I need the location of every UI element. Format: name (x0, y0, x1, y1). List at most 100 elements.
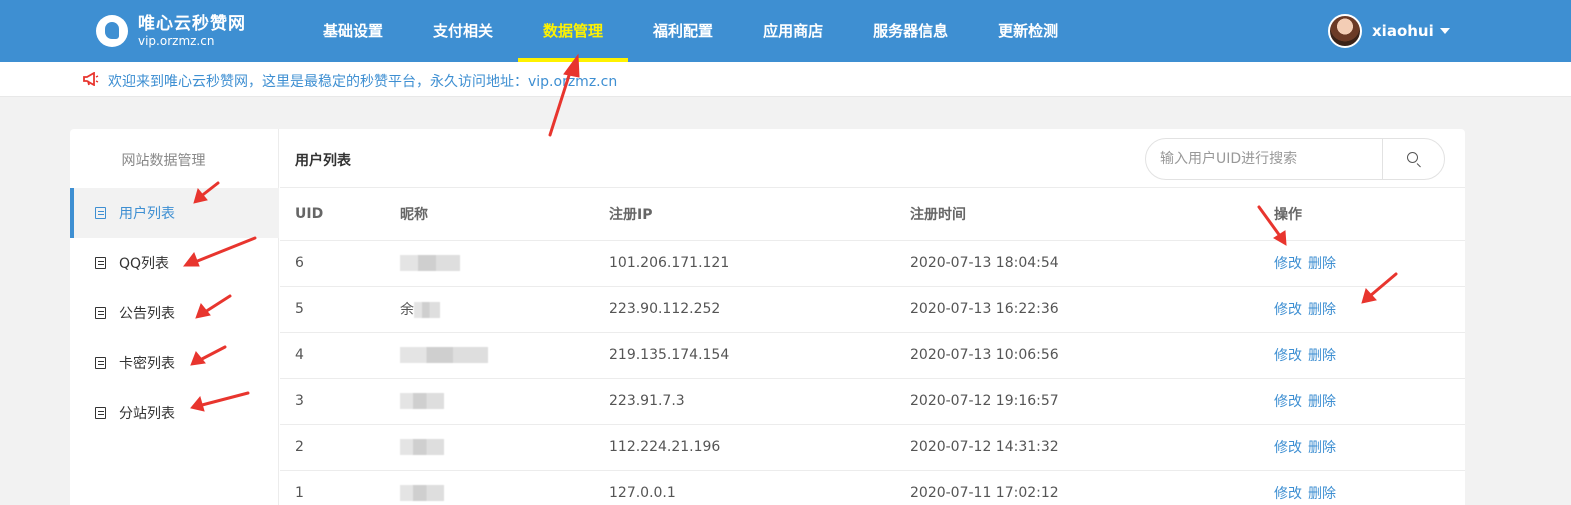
cell-time: 2020-07-13 16:22:36 (910, 286, 1274, 333)
sidebar: 网站数据管理 用户列表 QQ列表 公告列表 卡密列表 分站列表 (70, 129, 279, 505)
cell-actions: 修改 删除 (1274, 378, 1465, 425)
main-nav: 基础设置 支付相关 数据管理 福利配置 应用商店 服务器信息 更新检测 (298, 0, 1083, 62)
search-input[interactable] (1160, 149, 1380, 169)
table-row: 6 101.206.171.121 2020-07-13 18:04:54 修改… (280, 240, 1465, 287)
cell-ip: 219.135.174.154 (609, 332, 910, 379)
delete-link[interactable]: 删除 (1308, 440, 1336, 456)
table-row: 3 223.91.7.3 2020-07-12 19:16:57 修改 删除 (280, 378, 1465, 425)
edit-link[interactable]: 修改 (1274, 440, 1302, 456)
delete-link[interactable]: 删除 (1308, 486, 1336, 502)
panel-header: 用户列表 (280, 129, 1465, 188)
cell-nickname (400, 424, 609, 471)
nav-item-welfare-config[interactable]: 福利配置 (628, 0, 738, 62)
nav-item-server-info[interactable]: 服务器信息 (848, 0, 973, 62)
nav-item-data-management[interactable]: 数据管理 (518, 0, 628, 62)
sidebar-item-label: QQ列表 (119, 256, 170, 272)
cell-time: 2020-07-12 19:16:57 (910, 378, 1274, 425)
edit-link[interactable]: 修改 (1274, 256, 1302, 272)
cell-nickname (400, 332, 609, 379)
sidebar-item-notice-list[interactable]: 公告列表 (70, 288, 279, 338)
column-header-time: 注册时间 (910, 189, 1274, 241)
edit-link[interactable]: 修改 (1274, 486, 1302, 502)
user-menu[interactable]: xiaohui (1328, 14, 1450, 48)
cell-uid: 5 (280, 286, 400, 333)
megaphone-icon (83, 72, 99, 86)
cell-nickname: 余 (400, 286, 609, 333)
top-navbar: 唯心云秒赞网 vip.orzmz.cn 基础设置 支付相关 数据管理 福利配置 … (0, 0, 1571, 62)
notice-bar: 欢迎来到唯心云秒赞网，这里是最稳定的秒赞平台，永久访问地址：vip.orzmz.… (0, 62, 1571, 97)
cell-time: 2020-07-11 17:02:12 (910, 470, 1274, 505)
column-header-nickname: 昵称 (400, 189, 609, 241)
cell-ip: 223.90.112.252 (609, 286, 910, 333)
nav-item-app-store[interactable]: 应用商店 (738, 0, 848, 62)
table-row: 5 余 223.90.112.252 2020-07-13 16:22:36 修… (280, 286, 1465, 333)
username[interactable]: xiaohui (1372, 22, 1434, 40)
table-row: 4 219.135.174.154 2020-07-13 10:06:56 修改… (280, 332, 1465, 379)
cell-uid: 1 (280, 470, 400, 505)
edit-link[interactable]: 修改 (1274, 394, 1302, 410)
sidebar-item-label: 分站列表 (119, 406, 175, 422)
cell-actions: 修改 删除 (1274, 240, 1465, 287)
delete-link[interactable]: 删除 (1308, 394, 1336, 410)
logo-title: 唯心云秒赞网 (138, 14, 246, 34)
search-icon[interactable] (1382, 139, 1444, 179)
nav-item-update-check[interactable]: 更新检测 (973, 0, 1083, 62)
nav-item-basic-settings[interactable]: 基础设置 (298, 0, 408, 62)
main-panel: 用户列表 UID 昵称 注册IP 注册时间 操作 6 1 (280, 129, 1465, 505)
delete-link[interactable]: 删除 (1308, 256, 1336, 272)
redacted-nickname (400, 255, 460, 271)
cell-nickname (400, 470, 609, 505)
panel-title: 用户列表 (295, 153, 351, 169)
cell-ip: 112.224.21.196 (609, 424, 910, 471)
redacted-nickname (400, 393, 444, 409)
cell-ip: 127.0.0.1 (609, 470, 910, 505)
delete-link[interactable]: 删除 (1308, 302, 1336, 318)
column-header-actions: 操作 (1274, 189, 1465, 241)
cell-time: 2020-07-12 14:31:32 (910, 424, 1274, 471)
table-row: 2 112.224.21.196 2020-07-12 14:31:32 修改删… (280, 424, 1465, 471)
table-header-row: UID 昵称 注册IP 注册时间 操作 (280, 189, 1465, 241)
site-logo[interactable]: 唯心云秒赞网 vip.orzmz.cn (96, 14, 246, 48)
nav-item-payment[interactable]: 支付相关 (408, 0, 518, 62)
avatar[interactable] (1328, 14, 1362, 48)
cell-actions: 修改 删除 (1274, 470, 1465, 505)
cell-nickname (400, 378, 609, 425)
sidebar-item-card-key-list[interactable]: 卡密列表 (70, 338, 279, 388)
sidebar-item-label: 用户列表 (119, 206, 175, 222)
cell-uid: 4 (280, 332, 400, 379)
list-icon (95, 357, 106, 369)
list-icon (95, 257, 106, 269)
redacted-nickname (400, 347, 488, 363)
cell-ip: 223.91.7.3 (609, 378, 910, 425)
sidebar-title: 网站数据管理 (121, 153, 206, 169)
delete-link[interactable]: 删除 (1308, 348, 1336, 364)
cell-uid: 2 (280, 424, 400, 471)
edit-link[interactable]: 修改 (1274, 348, 1302, 364)
cell-time: 2020-07-13 10:06:56 (910, 332, 1274, 379)
logo-icon (96, 15, 128, 47)
sidebar-item-user-list[interactable]: 用户列表 (70, 188, 279, 238)
column-header-uid: UID (280, 189, 400, 241)
sidebar-item-label: 卡密列表 (119, 356, 175, 372)
sidebar-item-qq-list[interactable]: QQ列表 (70, 238, 279, 288)
list-icon (95, 307, 106, 319)
cell-time: 2020-07-13 18:04:54 (910, 240, 1274, 287)
cell-actions: 修改 删除 (1274, 424, 1465, 471)
cell-nickname (400, 240, 609, 287)
notice-text: 欢迎来到唯心云秒赞网，这里是最稳定的秒赞平台，永久访问地址：vip.orzmz.… (108, 74, 618, 90)
redacted-nickname (400, 485, 444, 501)
redacted-nickname (414, 302, 440, 318)
cell-uid: 3 (280, 378, 400, 425)
chevron-down-icon[interactable] (1439, 28, 1450, 34)
list-icon (95, 207, 106, 219)
user-table: UID 昵称 注册IP 注册时间 操作 6 101.206.171.121 20… (280, 189, 1465, 505)
cell-uid: 6 (280, 240, 400, 287)
sidebar-item-substation-list[interactable]: 分站列表 (70, 388, 279, 438)
sidebar-item-label: 公告列表 (119, 306, 175, 322)
redacted-nickname (400, 439, 444, 455)
data-management-card: 网站数据管理 用户列表 QQ列表 公告列表 卡密列表 分站列表 用户列表 输入用… (70, 129, 1465, 505)
edit-link[interactable]: 修改 (1274, 302, 1302, 318)
logo-subtitle: vip.orzmz.cn (138, 34, 215, 48)
table-row: 1 127.0.0.1 2020-07-11 17:02:12 修改 删除 (280, 470, 1465, 505)
search-box (1145, 138, 1445, 180)
